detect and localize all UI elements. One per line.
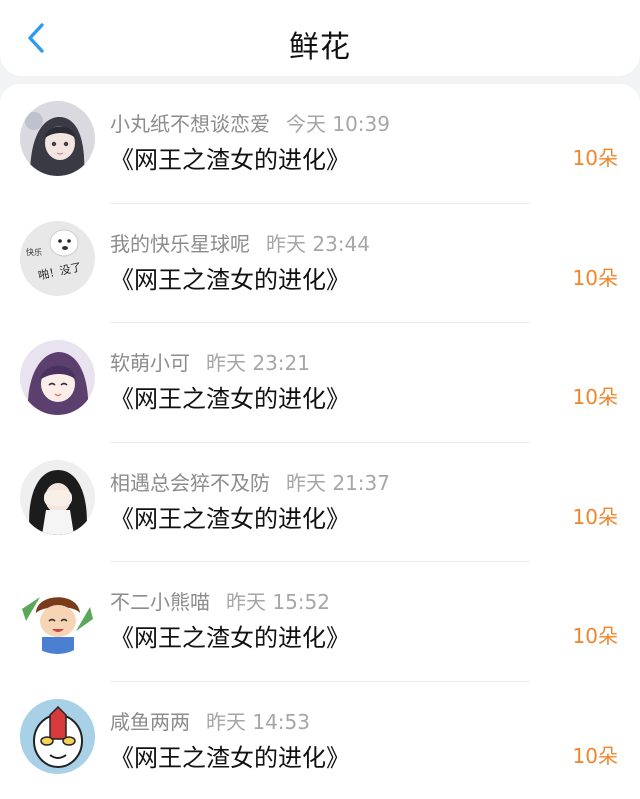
item-meta: 我的快乐星球呢 昨天 23:44 — [110, 228, 370, 257]
avatar-cartoon-boy-image — [20, 579, 95, 654]
timestamp: 昨天 15:52 — [226, 590, 330, 614]
timestamp: 今天 10:39 — [286, 112, 390, 136]
flower-count: 10朵 — [572, 146, 618, 170]
avatar-dog-meme-image: 快乐 啪！没了 — [20, 220, 95, 296]
avatar-girl-covering-face-image — [20, 459, 95, 535]
item-meta: 小丸纸不想谈恋爱 今天 10:39 — [110, 108, 390, 137]
avatar-anime-girl-image — [20, 101, 95, 176]
list-item[interactable]: 不二小熊喵 昨天 15:52 《网王之渣女的进化》 10朵 — [0, 562, 640, 682]
list-item[interactable]: 快乐 啪！没了 我的快乐星球呢 昨天 23:44 《网王之渣女的进化》 10朵 — [0, 204, 640, 323]
top-bar: 鲜花 — [0, 0, 640, 76]
flower-count: 10朵 — [572, 385, 618, 409]
page-title: 鲜花 — [289, 30, 351, 65]
item-meta: 不二小熊喵 昨天 15:52 — [110, 586, 330, 615]
book-title[interactable]: 《网王之渣女的进化》 — [110, 260, 350, 295]
book-title[interactable]: 《网王之渣女的进化》 — [110, 379, 350, 414]
avatar[interactable] — [20, 459, 95, 535]
timestamp: 昨天 14:53 — [206, 709, 310, 734]
username[interactable]: 咸鱼两两 — [110, 710, 190, 734]
flower-list: 小丸纸不想谈恋爱 今天 10:39 《网王之渣女的进化》 10朵 快乐 啪！没了 … — [0, 84, 640, 799]
list-item[interactable]: 软萌小可 昨天 23:21 《网王之渣女的进化》 10朵 — [0, 323, 640, 443]
item-meta: 咸鱼两两 昨天 14:53 — [110, 706, 310, 735]
book-title[interactable]: 《网王之渣女的进化》 — [110, 618, 350, 653]
avatar-ultraman-image — [20, 698, 95, 774]
username[interactable]: 不二小熊喵 — [110, 590, 210, 614]
book-title[interactable]: 《网王之渣女的进化》 — [110, 499, 350, 534]
avatar[interactable] — [20, 340, 95, 415]
avatar[interactable] — [20, 579, 95, 654]
avatar[interactable]: 快乐 啪！没了 — [20, 220, 95, 296]
avatar-text-top: 快乐 — [26, 247, 42, 257]
avatar-purple-hair-girl-image — [20, 340, 95, 415]
username[interactable]: 我的快乐星球呢 — [110, 232, 250, 256]
timestamp: 昨天 23:21 — [206, 351, 310, 375]
avatar[interactable] — [20, 101, 95, 176]
flower-count: 10朵 — [572, 265, 618, 290]
item-meta: 相遇总会猝不及防 昨天 21:37 — [110, 467, 390, 496]
list-item[interactable]: 小丸纸不想谈恋爱 今天 10:39 《网王之渣女的进化》 10朵 — [0, 84, 640, 204]
username[interactable]: 小丸纸不想谈恋爱 — [110, 112, 270, 136]
flower-count: 10朵 — [572, 504, 618, 529]
flower-count: 10朵 — [572, 743, 618, 768]
flower-count: 10朵 — [572, 624, 618, 648]
list-item[interactable]: 相遇总会猝不及防 昨天 21:37 《网王之渣女的进化》 10朵 — [0, 443, 640, 562]
avatar[interactable] — [20, 698, 95, 774]
book-title[interactable]: 《网王之渣女的进化》 — [110, 140, 350, 175]
book-title[interactable]: 《网王之渣女的进化》 — [110, 738, 350, 773]
timestamp: 昨天 21:37 — [286, 470, 390, 495]
username[interactable]: 软萌小可 — [110, 351, 190, 375]
item-meta: 软萌小可 昨天 23:21 — [110, 347, 310, 376]
username[interactable]: 相遇总会猝不及防 — [110, 471, 270, 495]
timestamp: 昨天 23:44 — [266, 231, 370, 256]
list-item[interactable]: 咸鱼两两 昨天 14:53 《网王之渣女的进化》 10朵 — [0, 682, 640, 799]
